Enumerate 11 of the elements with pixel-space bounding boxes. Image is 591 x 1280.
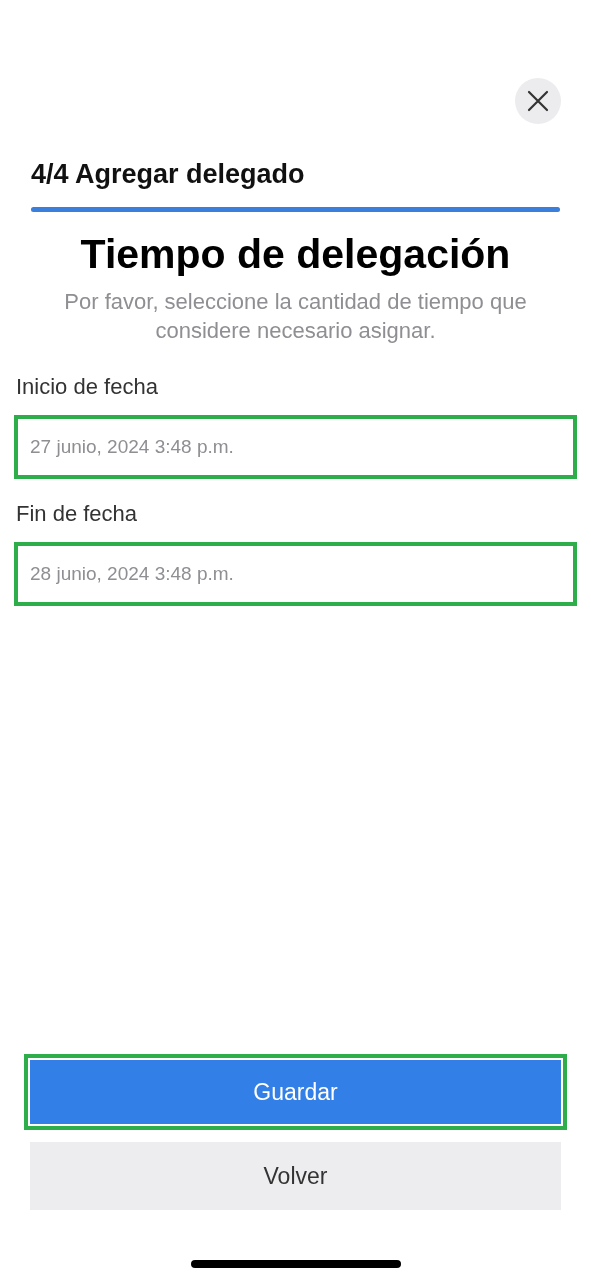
page-heading: Tiempo de delegación — [79, 229, 512, 279]
close-button[interactable] — [515, 78, 561, 124]
step-title: 4/4 Agregar delegado — [31, 158, 306, 191]
save-button[interactable]: Guardar — [24, 1054, 567, 1130]
date-field[interactable]: 28 junio, 2024 3:48 p.m. — [14, 542, 577, 607]
description-text: Por favor, seleccione la cantidad de tiempo que considere necesario asignar. — [63, 287, 528, 346]
back-button[interactable]: Volver — [30, 1142, 561, 1210]
close-icon — [527, 90, 549, 112]
field-label: Inicio de fecha — [16, 373, 159, 402]
field-label: Fin de fecha — [16, 500, 139, 529]
date-field[interactable]: 27 junio, 2024 3:48 p.m. — [14, 415, 577, 480]
